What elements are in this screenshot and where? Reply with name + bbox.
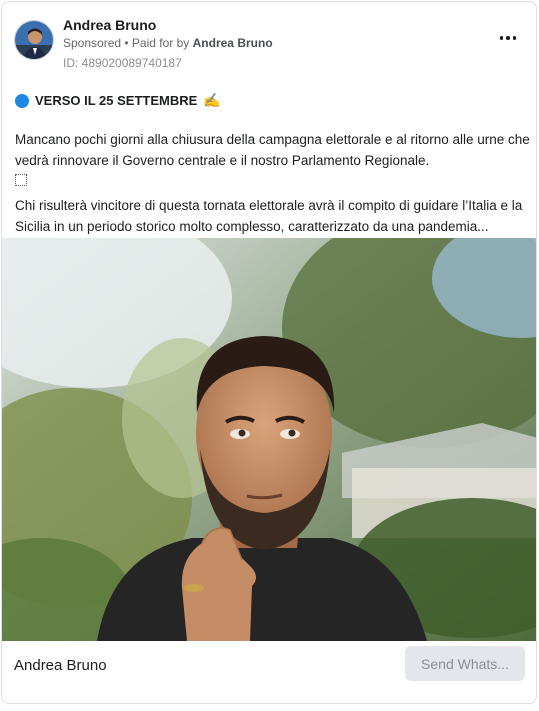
paid-for-label: Paid for by bbox=[131, 36, 190, 50]
post-paragraph-2: Chi risulterà vincitore di questa tornat… bbox=[15, 198, 523, 234]
headline-text: VERSO IL 25 SETTEMBRE bbox=[35, 93, 198, 108]
paid-for-name: Andrea Bruno bbox=[192, 36, 273, 50]
advertiser-name[interactable]: Andrea Bruno bbox=[63, 17, 156, 33]
ad-image[interactable] bbox=[2, 238, 536, 641]
send-whatsapp-button[interactable]: Send Whats... bbox=[405, 646, 525, 681]
advertiser-avatar[interactable] bbox=[14, 20, 54, 60]
meta-separator: • bbox=[121, 36, 132, 50]
ad-footer: Andrea Bruno Send Whats... bbox=[2, 642, 536, 703]
ad-id: ID: 489020089740187 bbox=[63, 56, 182, 70]
ad-header: Andrea Bruno Sponsored • Paid for by And… bbox=[2, 2, 536, 82]
footer-advertiser-name[interactable]: Andrea Bruno bbox=[14, 657, 107, 674]
blue-circle-icon bbox=[15, 93, 29, 108]
post-paragraph-1: Mancano pochi giorni alla chiusura della… bbox=[15, 132, 530, 168]
post-body: Mancano pochi giorni alla chiusura della… bbox=[15, 129, 530, 237]
sponsored-line: Sponsored • Paid for by Andrea Bruno bbox=[63, 36, 273, 50]
sponsored-label: Sponsored bbox=[63, 36, 122, 50]
ad-card: Andrea Bruno Sponsored • Paid for by And… bbox=[1, 1, 537, 704]
more-options-icon[interactable] bbox=[498, 31, 518, 45]
writing-hand-icon: ✍️ bbox=[203, 92, 221, 108]
placeholder-glyph-icon bbox=[15, 174, 27, 186]
post-headline: VERSO IL 25 SETTEMBRE ✍️ bbox=[15, 92, 221, 109]
